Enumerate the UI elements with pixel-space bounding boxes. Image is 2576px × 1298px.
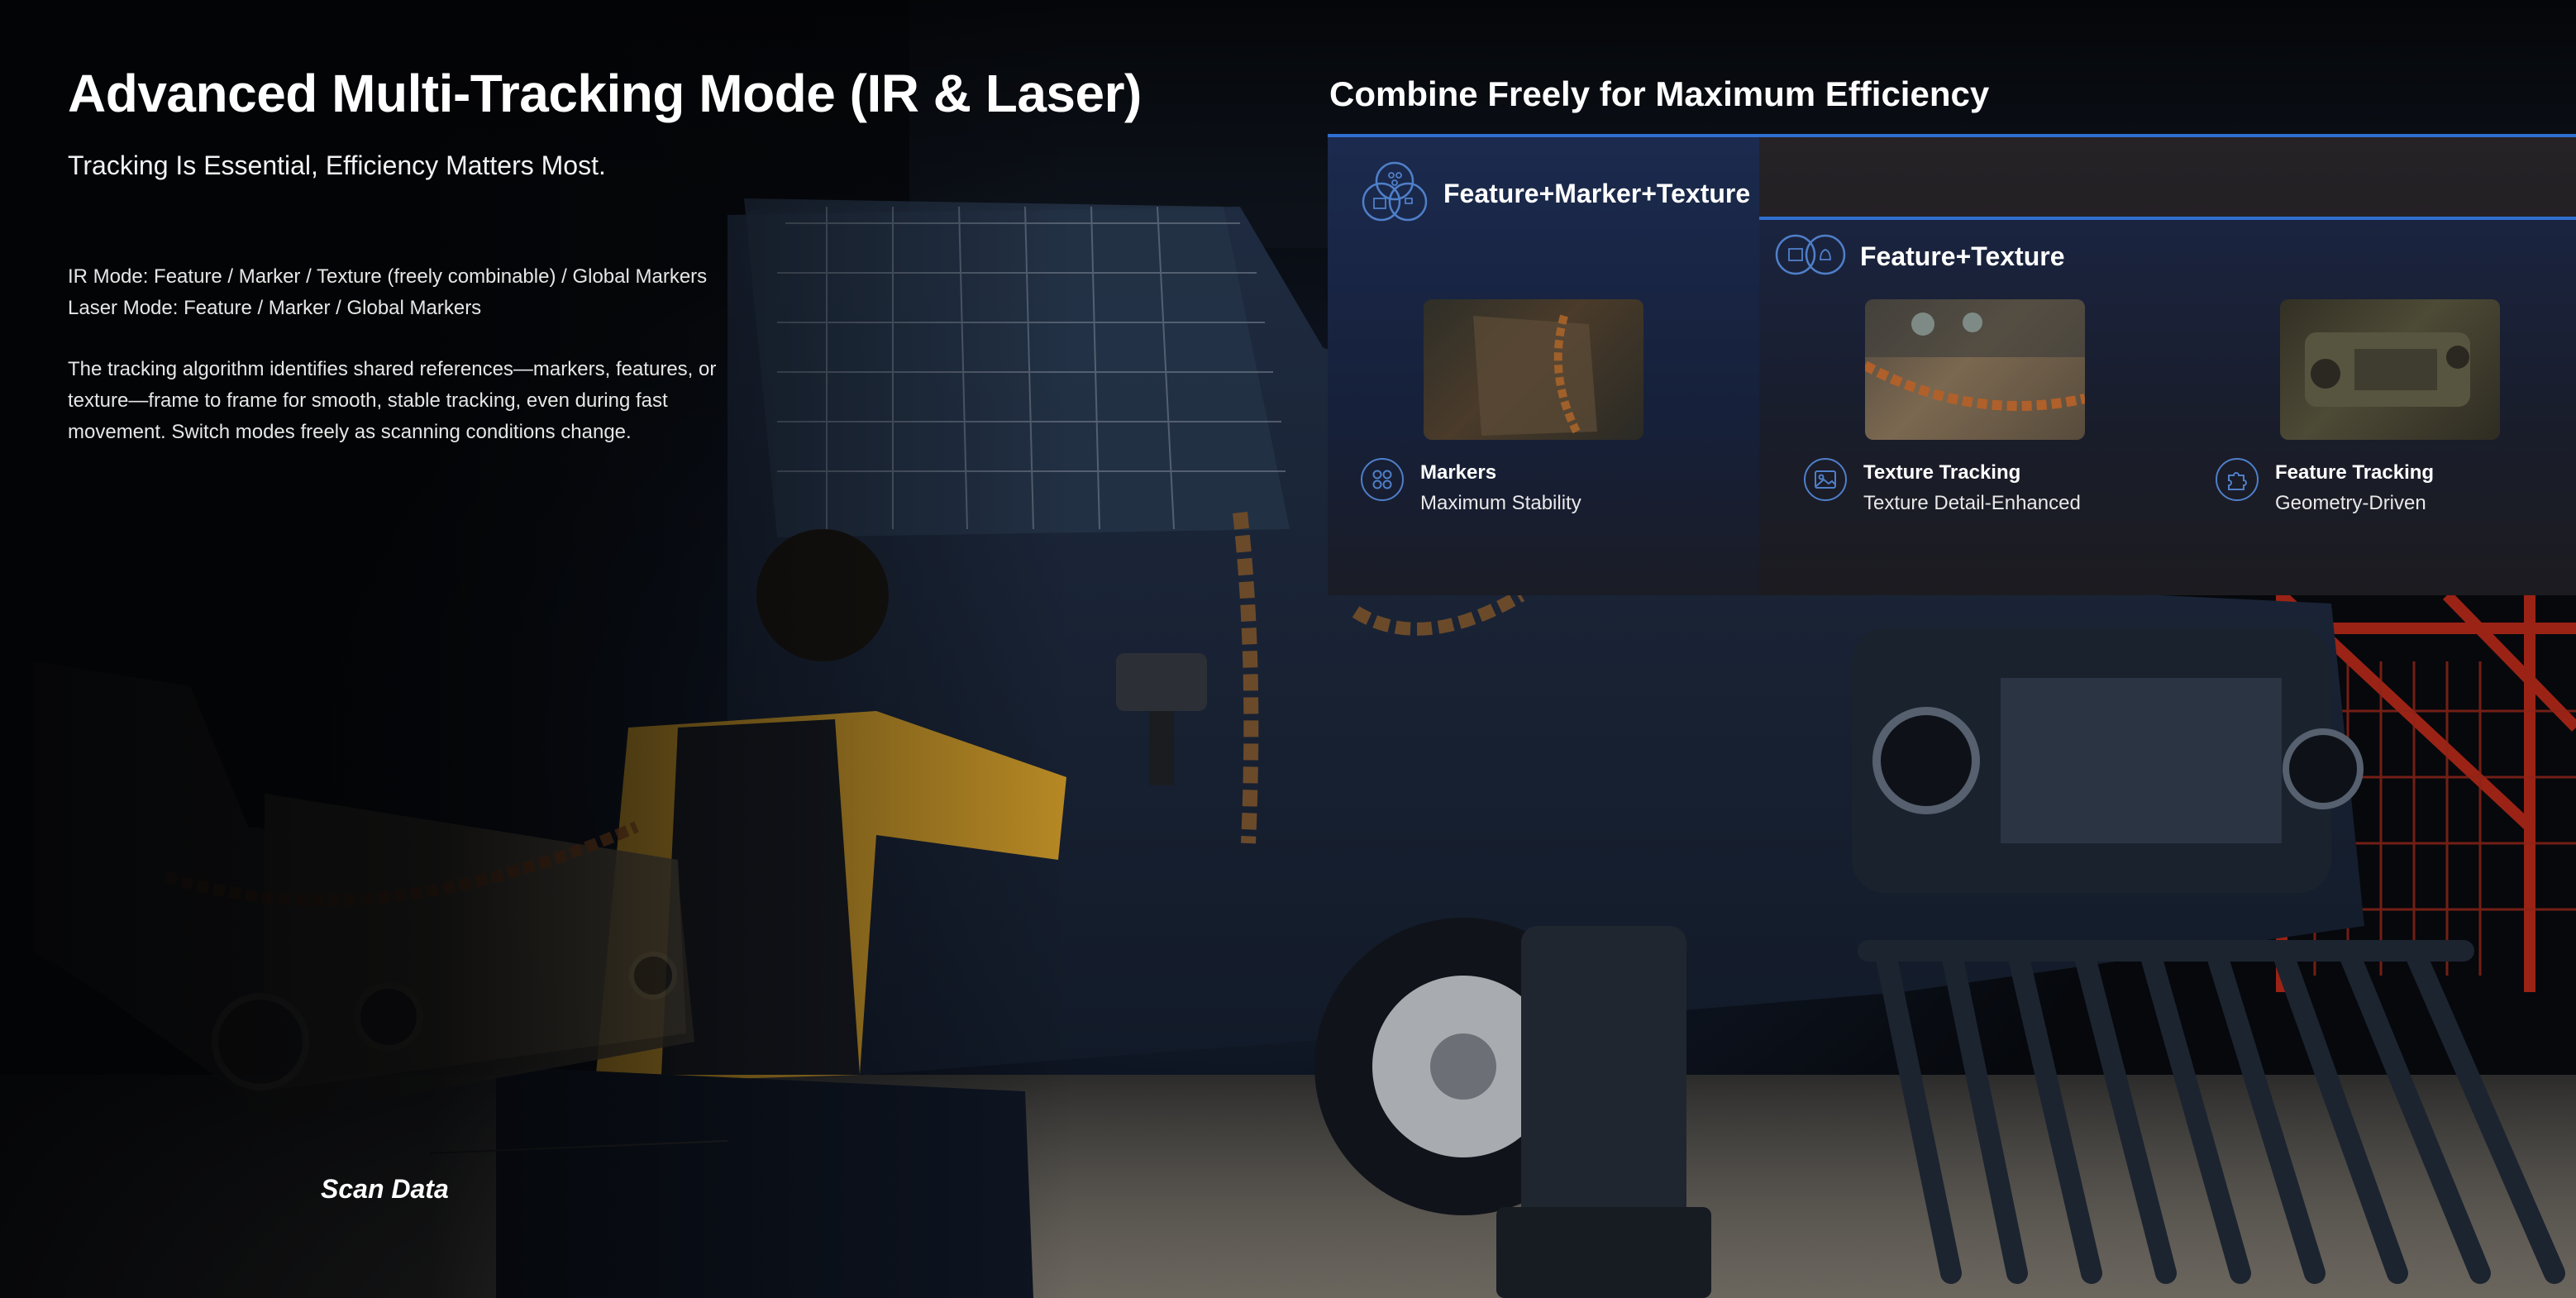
feature-geometry-tracking: Feature Tracking Geometry-Driven — [2216, 458, 2434, 519]
scan-data-label: Scan Data — [321, 1174, 449, 1204]
page-subtitle: Tracking Is Essential, Efficiency Matter… — [68, 150, 606, 180]
combo-partial-heading: Feature+Texture — [1774, 233, 2065, 280]
combo-full-heading: Feature+Marker+Texture — [1357, 159, 1750, 229]
puzzle-icon — [2216, 458, 2259, 501]
mode-list: IR Mode: Feature / Marker / Texture (fre… — [68, 261, 707, 324]
texture-thumbnail — [1865, 299, 2085, 440]
feature-subtitle: Geometry-Driven — [2275, 492, 2426, 514]
combination-panel: Feature+Marker+Texture Feature+Texture M… — [1328, 134, 2576, 595]
feature-subtitle: Texture Detail-Enhanced — [1863, 492, 2081, 514]
combine-title: Combine Freely for Maximum Efficiency — [1329, 74, 1990, 113]
page-title: Advanced Multi-Tracking Mode (IR & Laser… — [68, 64, 1142, 123]
ir-mode-line: IR Mode: Feature / Marker / Texture (fre… — [68, 265, 708, 288]
combo-partial-label: Feature+Texture — [1860, 241, 2065, 271]
feature-thumbnail — [2280, 299, 2500, 440]
combo-pair-icon — [1774, 233, 1849, 280]
combo-full-label: Feature+Marker+Texture — [1443, 179, 1751, 208]
image-icon — [1804, 458, 1847, 501]
feature-subtitle: Maximum Stability — [1420, 492, 1581, 514]
combo-venn-icon — [1357, 159, 1432, 229]
laser-mode-line: Laser Mode: Feature / Marker / Global Ma… — [68, 297, 482, 319]
markers-thumbnail — [1424, 299, 1643, 440]
feature-markers: Markers Maximum Stability — [1361, 458, 1581, 519]
feature-texture-tracking: Texture Tracking Texture Detail-Enhanced — [1804, 458, 2081, 519]
markers-icon — [1361, 458, 1404, 501]
feature-title: Markers — [1420, 461, 1497, 484]
tracking-description: The tracking algorithm identifies shared… — [68, 358, 717, 443]
feature-title: Feature Tracking — [2275, 461, 2435, 484]
feature-title: Texture Tracking — [1863, 461, 2021, 484]
